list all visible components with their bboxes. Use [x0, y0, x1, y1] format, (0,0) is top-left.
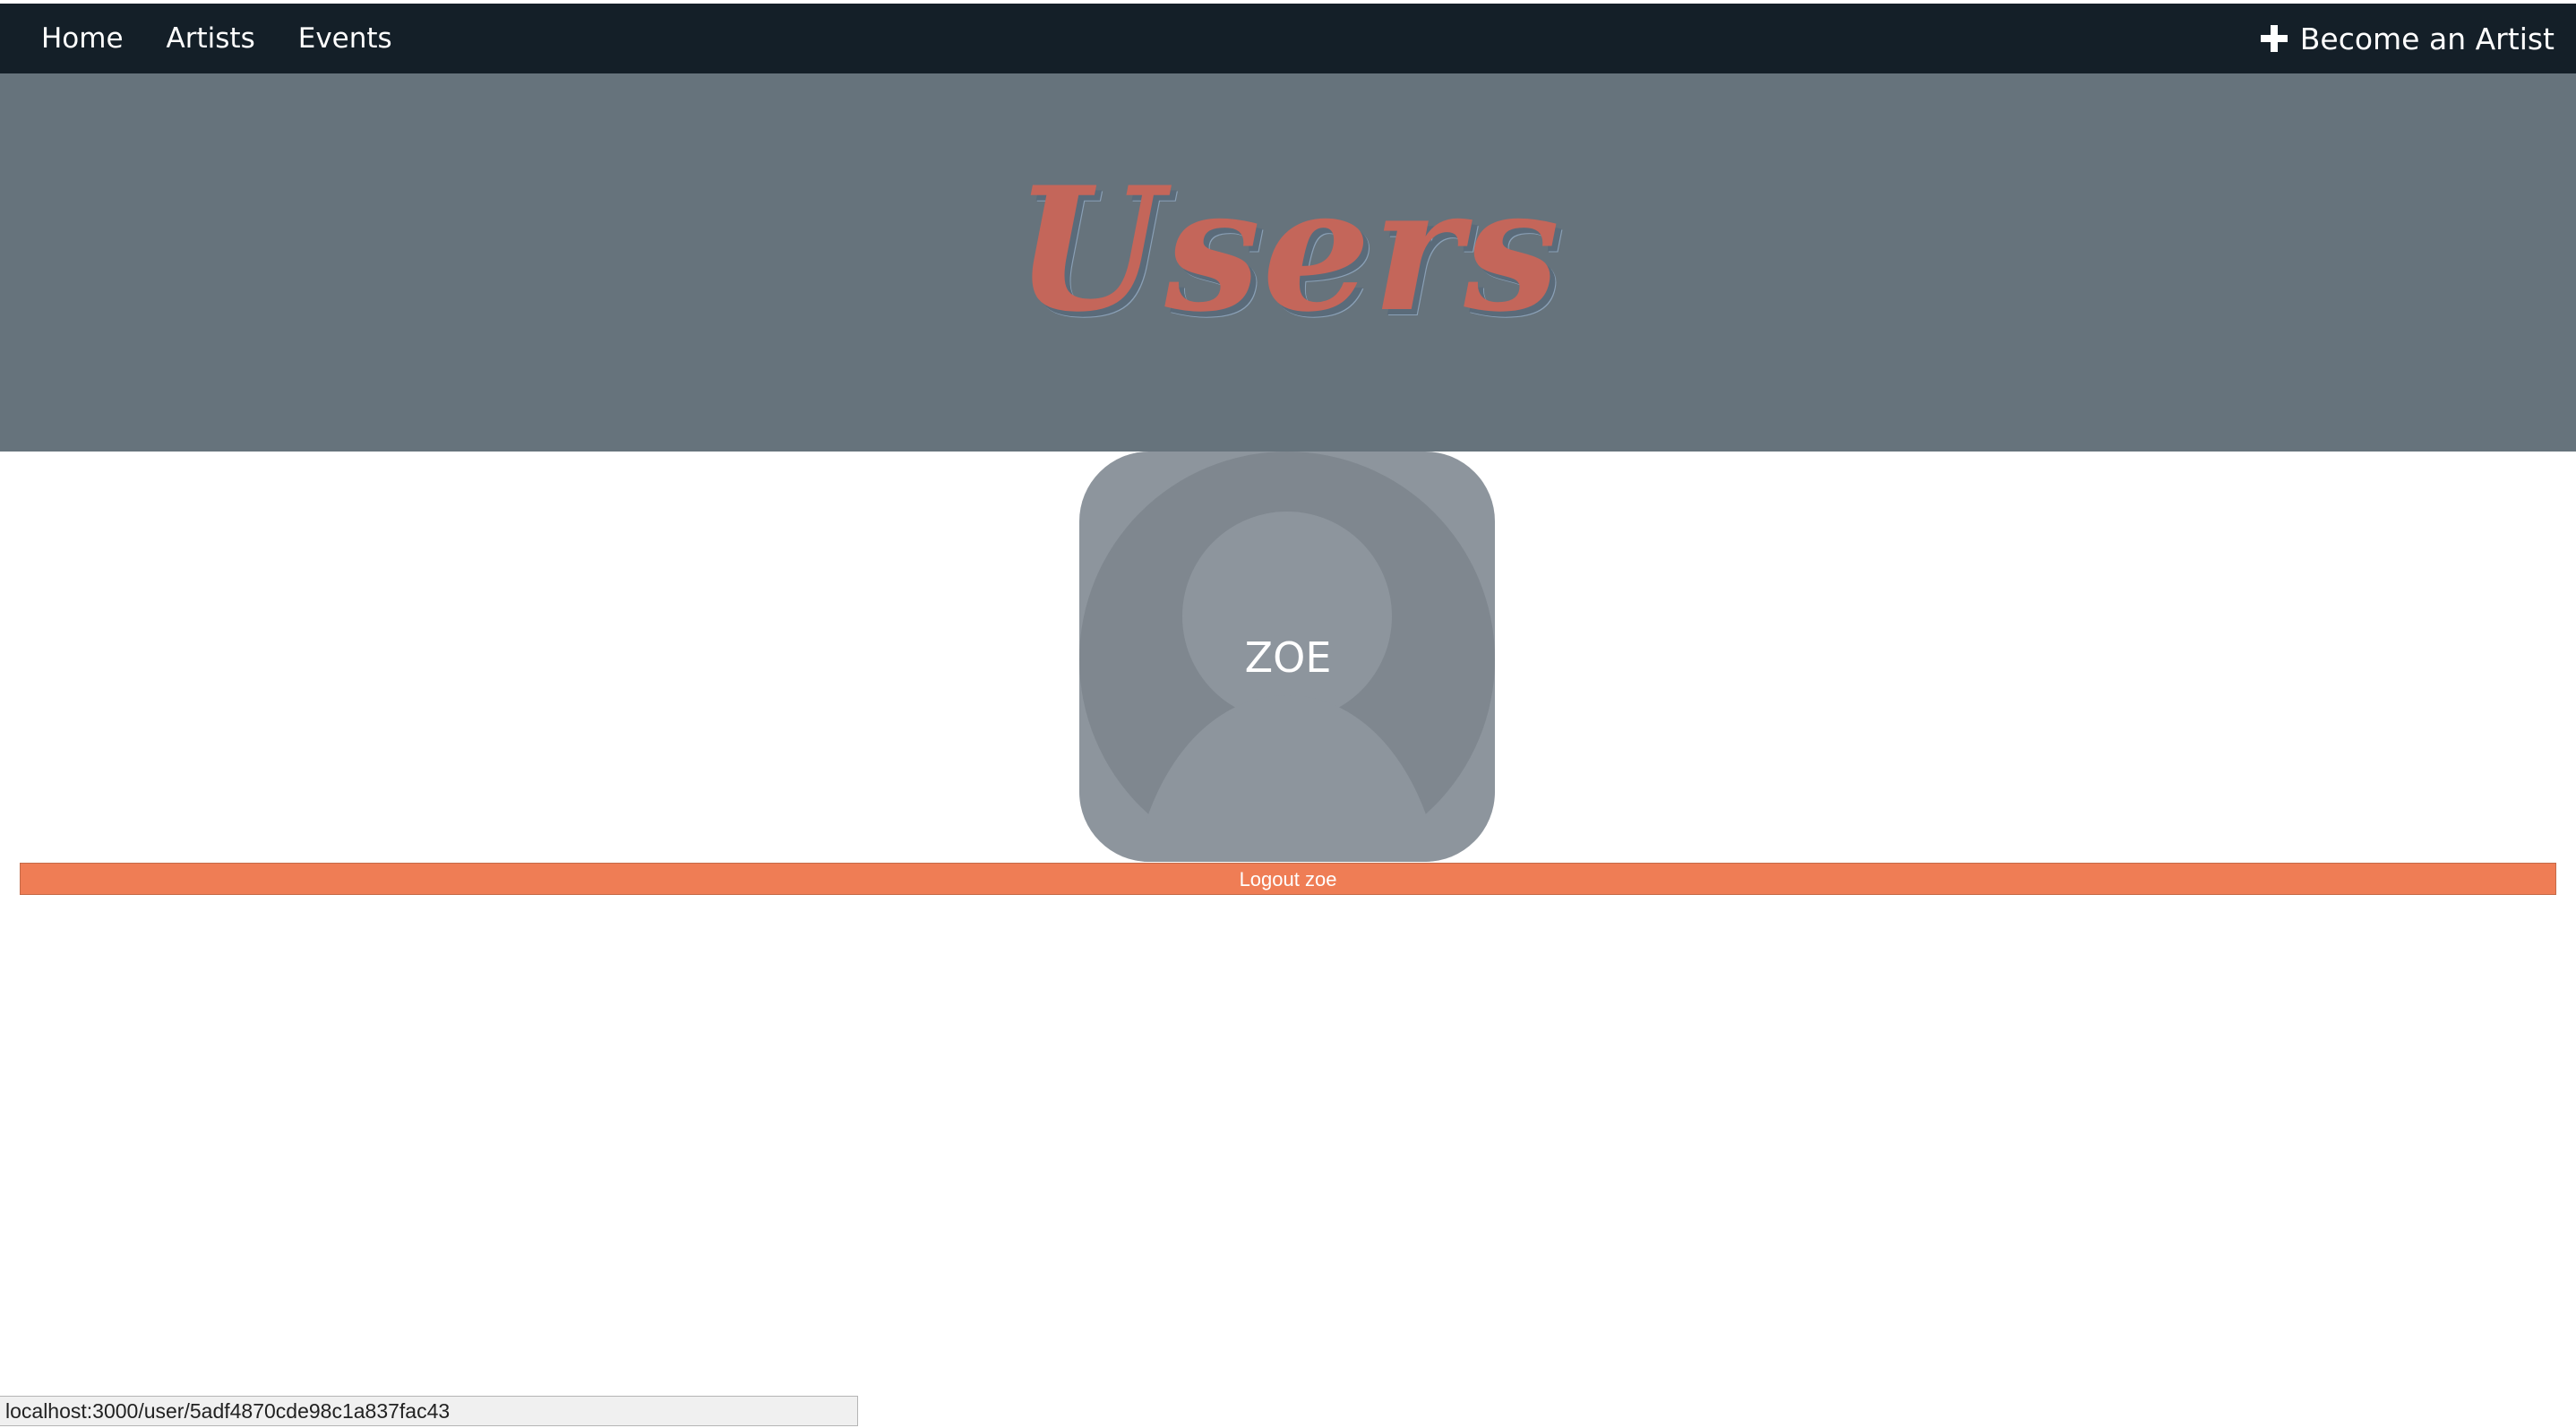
top-navbar: Home Artists Events Become an Artist — [0, 4, 2576, 73]
plus-icon — [2260, 25, 2288, 52]
nav-link-events[interactable]: Events — [298, 4, 392, 73]
logout-button[interactable]: Logout zoe — [20, 863, 2556, 895]
page: Home Artists Events Become an Artist Use… — [0, 0, 2576, 1428]
become-artist-label: Become an Artist — [2299, 21, 2555, 56]
nav-link-artists[interactable]: Artists — [167, 4, 255, 73]
user-avatar-card[interactable] — [1079, 452, 1495, 862]
user-silhouette-icon — [1079, 452, 1495, 862]
become-artist-link[interactable]: Become an Artist — [2260, 21, 2555, 56]
nav-link-home[interactable]: Home — [41, 4, 124, 73]
nav-links: Home Artists Events — [41, 4, 392, 73]
page-title: Users — [1014, 150, 1562, 349]
status-bar-url: localhost:3000/user/5adf4870cde98c1a837f… — [0, 1396, 858, 1426]
